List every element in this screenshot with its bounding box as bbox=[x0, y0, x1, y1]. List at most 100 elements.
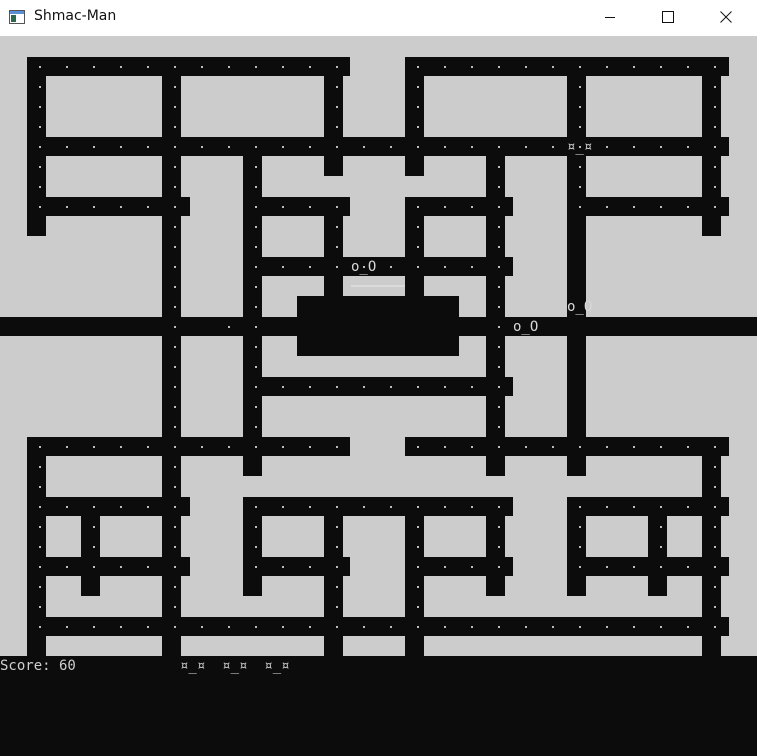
pellet bbox=[39, 106, 41, 108]
pellet bbox=[147, 566, 149, 568]
pellet bbox=[201, 146, 203, 148]
pellet bbox=[579, 166, 581, 168]
pellet bbox=[93, 206, 95, 208]
pellet bbox=[579, 126, 581, 128]
pellet bbox=[282, 266, 284, 268]
pellet bbox=[606, 626, 608, 628]
pellet bbox=[525, 146, 527, 148]
pellet bbox=[336, 246, 338, 248]
pellet bbox=[417, 446, 419, 448]
pellet bbox=[174, 606, 176, 608]
pellet bbox=[498, 626, 500, 628]
pellet bbox=[39, 526, 41, 528]
pellet bbox=[120, 146, 122, 148]
pellet bbox=[336, 586, 338, 588]
pellet bbox=[174, 366, 176, 368]
corridor-vertical bbox=[81, 497, 100, 596]
pellet bbox=[174, 546, 176, 548]
pellet bbox=[498, 166, 500, 168]
close-icon bbox=[720, 11, 732, 23]
pellet bbox=[606, 206, 608, 208]
corridor-vertical bbox=[324, 197, 343, 296]
ghost-sprite: o_O bbox=[351, 259, 376, 275]
pellet bbox=[147, 146, 149, 148]
pellet bbox=[147, 66, 149, 68]
pellet bbox=[444, 66, 446, 68]
pellet bbox=[201, 66, 203, 68]
pellet bbox=[633, 446, 635, 448]
pellet bbox=[39, 126, 41, 128]
pellet bbox=[606, 66, 608, 68]
pellet bbox=[174, 306, 176, 308]
pellet bbox=[687, 146, 689, 148]
pellet bbox=[39, 626, 41, 628]
pellet bbox=[579, 186, 581, 188]
pellet bbox=[498, 66, 500, 68]
pellet bbox=[579, 66, 581, 68]
ghost-sprite: o_O bbox=[567, 299, 592, 315]
pellet bbox=[255, 186, 257, 188]
pellet bbox=[498, 546, 500, 548]
pellet bbox=[336, 386, 338, 388]
pellet bbox=[633, 506, 635, 508]
pellet bbox=[633, 66, 635, 68]
minimize-button[interactable] bbox=[587, 0, 633, 34]
pellet bbox=[174, 66, 176, 68]
pellet bbox=[174, 346, 176, 348]
pellet bbox=[147, 446, 149, 448]
pellet bbox=[660, 626, 662, 628]
pellet bbox=[687, 66, 689, 68]
pellet bbox=[255, 446, 257, 448]
pellet bbox=[174, 526, 176, 528]
pellet bbox=[282, 626, 284, 628]
pellet bbox=[714, 466, 716, 468]
pellet bbox=[174, 206, 176, 208]
pellet bbox=[174, 126, 176, 128]
pellet bbox=[309, 506, 311, 508]
pellet bbox=[471, 206, 473, 208]
pellet bbox=[228, 446, 230, 448]
pellet bbox=[174, 326, 176, 328]
pellet bbox=[363, 146, 365, 148]
pellet bbox=[174, 166, 176, 168]
close-button[interactable] bbox=[703, 0, 749, 34]
pellet bbox=[336, 226, 338, 228]
pellet bbox=[174, 246, 176, 248]
pellet bbox=[390, 626, 392, 628]
pellet bbox=[498, 286, 500, 288]
pellet bbox=[39, 206, 41, 208]
pellet bbox=[579, 506, 581, 508]
pellet bbox=[390, 506, 392, 508]
maximize-button[interactable] bbox=[645, 0, 691, 34]
pellet bbox=[606, 446, 608, 448]
pellet bbox=[39, 146, 41, 148]
window-title: Shmac-Man bbox=[34, 8, 117, 24]
pellet bbox=[390, 146, 392, 148]
pellet bbox=[282, 446, 284, 448]
pellet bbox=[714, 186, 716, 188]
pellet bbox=[417, 506, 419, 508]
pellet bbox=[714, 546, 716, 548]
pellet bbox=[444, 266, 446, 268]
pellet bbox=[552, 146, 554, 148]
pellet bbox=[309, 206, 311, 208]
pellet bbox=[687, 566, 689, 568]
pellet bbox=[579, 626, 581, 628]
status-bar: Score: 60 ¤_¤ ¤_¤ ¤_¤ bbox=[0, 656, 757, 756]
pellet bbox=[606, 506, 608, 508]
pellet bbox=[255, 626, 257, 628]
pellet bbox=[336, 606, 338, 608]
pellet bbox=[633, 206, 635, 208]
pellet bbox=[687, 446, 689, 448]
pellet bbox=[174, 466, 176, 468]
pellet bbox=[336, 546, 338, 548]
pellet bbox=[93, 66, 95, 68]
pellet bbox=[255, 306, 257, 308]
pellet bbox=[417, 386, 419, 388]
pellet bbox=[255, 206, 257, 208]
corridor-vertical bbox=[405, 497, 424, 656]
pellet bbox=[444, 626, 446, 628]
pellet bbox=[174, 586, 176, 588]
pellet bbox=[417, 146, 419, 148]
pellet bbox=[174, 146, 176, 148]
